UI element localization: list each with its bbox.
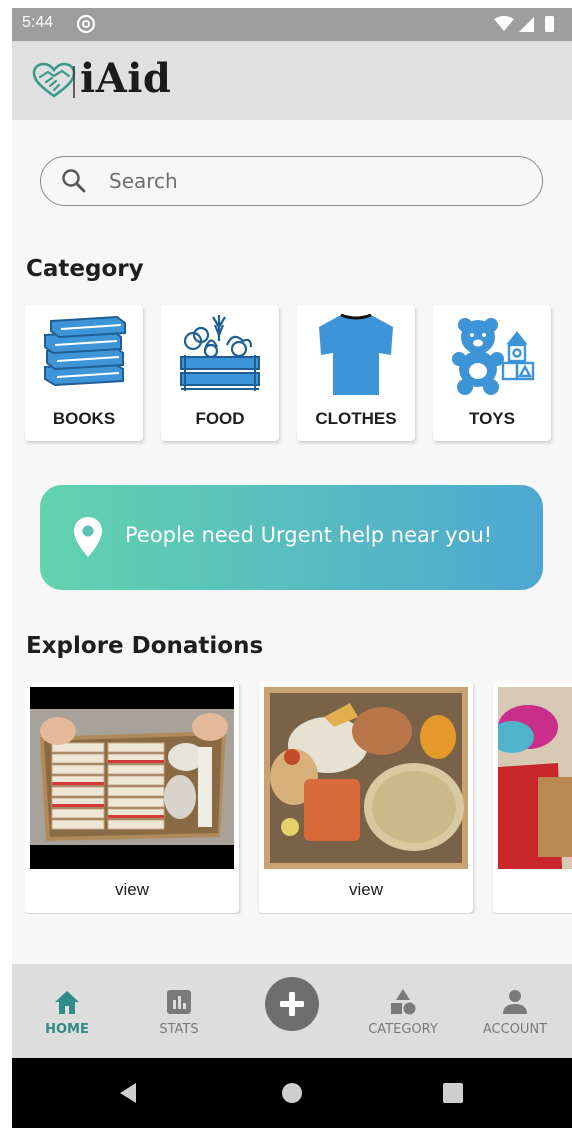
- signal-icon: [519, 17, 534, 32]
- nav-label: STATS: [159, 1022, 199, 1037]
- wifi-icon: [494, 16, 514, 31]
- nav-stats[interactable]: STATS: [129, 964, 229, 1058]
- app-screen: 5:44 iAid Category: [12, 8, 572, 1128]
- books-box-photo: [30, 687, 234, 869]
- donation-card[interactable]: [493, 682, 572, 913]
- donations-carousel[interactable]: view view: [25, 682, 572, 914]
- at-sign-icon: [76, 14, 96, 34]
- search-input[interactable]: [109, 166, 509, 196]
- category-list: BOOKS FOOD CLOTHES TOYS: [25, 305, 560, 442]
- donation-card[interactable]: view: [25, 682, 239, 913]
- donations-section-title: Explore Donations: [26, 633, 264, 659]
- donation-card[interactable]: view: [259, 682, 473, 913]
- tshirt-icon: [319, 313, 393, 395]
- search-icon: [62, 169, 86, 193]
- app-title: iAid: [80, 55, 172, 102]
- donation-view-link[interactable]: view: [259, 880, 473, 900]
- donation-view-link[interactable]: view: [25, 880, 239, 900]
- bottom-navigation: HOME STATS CATEGORY ACCOUNT: [12, 964, 572, 1058]
- battery-icon: [545, 16, 554, 32]
- category-label: CLOTHES: [315, 409, 397, 428]
- home-icon: [55, 991, 79, 1014]
- books-icon: [44, 315, 126, 387]
- heart-handshake-icon: [32, 62, 76, 98]
- status-bar: 5:44: [12, 8, 572, 41]
- category-card-clothes[interactable]: CLOTHES: [297, 305, 415, 441]
- system-status-icons: [494, 16, 554, 32]
- clothes-photo: [498, 687, 572, 869]
- food-crate-icon: [180, 315, 260, 391]
- teddy-bear-icon: [452, 318, 535, 395]
- category-card-food[interactable]: FOOD: [161, 305, 279, 441]
- urgent-help-text: People need Urgent help near you!: [125, 523, 493, 547]
- recents-icon[interactable]: [440, 1080, 466, 1106]
- search-bar[interactable]: [40, 156, 543, 206]
- category-card-toys[interactable]: TOYS: [433, 305, 551, 441]
- person-icon: [503, 990, 527, 1014]
- bar-chart-icon: [167, 990, 191, 1014]
- category-label: BOOKS: [52, 409, 116, 428]
- category-label: FOOD: [195, 409, 245, 428]
- food-box-photo: [264, 687, 468, 869]
- nav-label: CATEGORY: [368, 1022, 438, 1037]
- system-navigation-bar: [12, 1058, 572, 1128]
- add-donation-button[interactable]: [265, 977, 319, 1031]
- location-pin-icon: [74, 517, 102, 557]
- category-label: TOYS: [469, 409, 515, 428]
- nav-account[interactable]: ACCOUNT: [465, 964, 565, 1058]
- status-time: 5:44: [22, 14, 54, 31]
- category-card-books[interactable]: BOOKS: [25, 305, 143, 441]
- nav-category[interactable]: CATEGORY: [353, 964, 453, 1058]
- nav-label: HOME: [45, 1022, 89, 1037]
- home-circle-icon[interactable]: [279, 1080, 305, 1106]
- nav-home[interactable]: HOME: [17, 964, 117, 1058]
- app-bar: iAid: [12, 41, 572, 120]
- nav-label: ACCOUNT: [482, 1022, 548, 1037]
- shapes-icon: [391, 989, 416, 1015]
- category-section-title: Category: [26, 256, 144, 282]
- urgent-help-banner[interactable]: People need Urgent help near you!: [40, 485, 543, 590]
- back-icon[interactable]: [116, 1080, 142, 1106]
- plus-icon: [280, 992, 304, 1016]
